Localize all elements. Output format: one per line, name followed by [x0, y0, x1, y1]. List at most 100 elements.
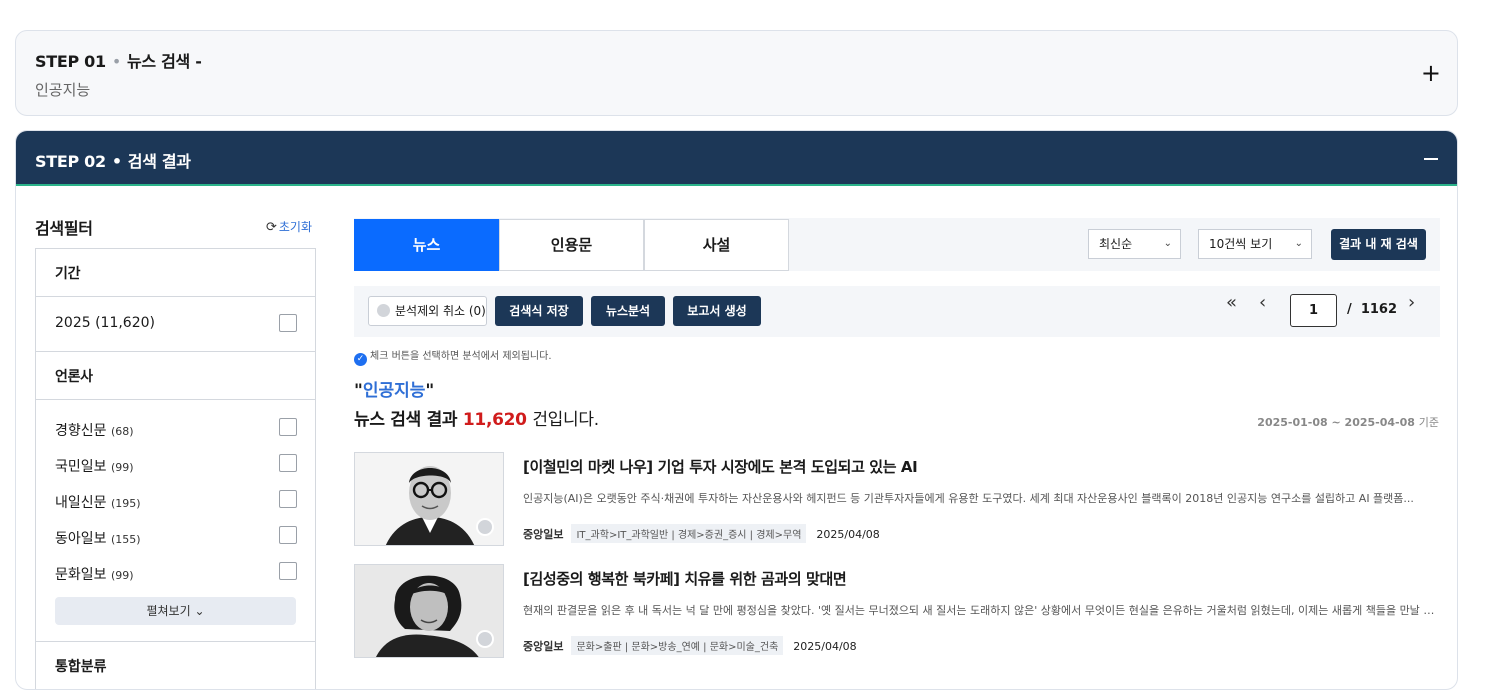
- press-name: 동아일보: [55, 531, 107, 547]
- expand-icon[interactable]: +: [1421, 61, 1441, 85]
- chevron-down-icon: ⌄: [1294, 238, 1303, 249]
- search-in-result-button[interactable]: 결과 내 재 검색: [1331, 229, 1426, 260]
- press-count: (99): [110, 569, 134, 582]
- press-count: (195): [110, 497, 141, 510]
- filter-box: 기간 2025 (11,620) 언론사 경향신문 (68) 국민일보 (99)…: [35, 248, 316, 689]
- tab-editorials[interactable]: 사설: [644, 219, 789, 271]
- tab-news[interactable]: 뉴스: [354, 219, 499, 271]
- step2-label: STEP 02: [35, 152, 106, 171]
- reset-label: 초기화: [278, 220, 312, 234]
- step1-label: STEP 01: [35, 52, 106, 71]
- tab-quotes[interactable]: 인용문: [499, 219, 644, 271]
- article-date: 2025/04/08: [793, 640, 857, 653]
- expand-more-button[interactable]: 펼쳐보기 ⌄: [55, 597, 296, 625]
- step1-title: STEP 01 • 뉴스 검색 -: [35, 48, 202, 72]
- result-tabs-bar: 뉴스 인용문 사설 최신순 ⌄ 10건씩 보기 ⌄ 결과 내 재 검색: [354, 218, 1440, 271]
- period-section-title: 기간: [36, 249, 315, 297]
- article-item: [이철민의 마켓 나우] 기업 투자 시장에도 본격 도입되고 있는 AI 인공…: [354, 452, 1440, 546]
- article-thumbnail[interactable]: [354, 564, 504, 658]
- separator-dot: •: [111, 52, 121, 71]
- step1-panel: STEP 01 • 뉴스 검색 - 인공지능 +: [15, 30, 1458, 116]
- press-list: 경향신문 (68) 국민일보 (99) 내일신문 (195) 동아일보 (155…: [36, 400, 315, 642]
- step1-keyword: 인공지능: [35, 81, 91, 99]
- step2-heading: 검색 결과: [127, 152, 191, 171]
- notice-text: 체크 버튼을 선택하면 분석에서 제외됩니다.: [370, 351, 552, 362]
- press-checkbox[interactable]: [279, 526, 297, 544]
- result-count-value: 11,620: [462, 410, 527, 430]
- article-date: 2025/04/08: [816, 528, 880, 541]
- search-filter: 검색필터 ⟳ 초기화 기간 2025 (11,620) 언론사 경향신문 (68)…: [35, 215, 316, 689]
- exclude-check-icon[interactable]: [476, 518, 494, 536]
- exclude-notice: ✓ 체크 버튼을 선택하면 분석에서 제외됩니다.: [354, 347, 552, 366]
- article-snippet: 현재의 판결문을 읽은 후 내 독서는 넉 달 만에 평정심을 찾았다. '옛 …: [523, 604, 1440, 617]
- reset-button[interactable]: ⟳ 초기화: [266, 218, 312, 235]
- press-item: 국민일보 (99): [55, 456, 134, 476]
- press-item: 문화일보 (99): [55, 564, 134, 584]
- step2-header: STEP 02 • 검색 결과: [16, 131, 1457, 186]
- article-title[interactable]: [김성중의 행복한 북카페] 치유를 위한 곰과의 맞대면: [523, 568, 847, 589]
- press-count: (68): [110, 425, 134, 438]
- article-source: 중앙일보: [523, 640, 564, 653]
- page-number-input[interactable]: 1: [1290, 294, 1337, 327]
- page-total-value: 1162: [1360, 302, 1397, 317]
- keyword-text: 인공지능: [362, 381, 426, 401]
- article-thumbnail[interactable]: [354, 452, 504, 546]
- press-count: (99): [110, 461, 134, 474]
- press-checkbox[interactable]: [279, 454, 297, 472]
- result-prefix: 뉴스 검색 결과: [354, 410, 458, 430]
- period-row: 2025 (11,620): [36, 297, 315, 352]
- press-checkbox[interactable]: [279, 490, 297, 508]
- press-item: 동아일보 (155): [55, 528, 141, 548]
- period-checkbox[interactable]: [279, 314, 297, 332]
- article-source: 중앙일보: [523, 528, 564, 541]
- page-total: / 1162: [1347, 302, 1397, 317]
- period-value: 2025 (11,620): [55, 315, 155, 331]
- exclude-check-icon[interactable]: [476, 630, 494, 648]
- separator-dot: •: [111, 152, 122, 171]
- step2-title: STEP 02 • 검색 결과: [35, 148, 191, 172]
- collapse-icon[interactable]: [1424, 158, 1438, 160]
- press-name: 문화일보: [55, 567, 107, 583]
- date-range-value: 2025-01-08 ~ 2025-04-08: [1257, 416, 1415, 429]
- result-suffix: 건입니다.: [532, 410, 599, 430]
- result-toolbar: 분석제외 취소 (0) 검색식 저장 뉴스분석 보고서 생성 « ‹ 1 / 1…: [354, 286, 1440, 337]
- chevron-down-icon: ⌄: [194, 604, 205, 618]
- exclude-cancel-label: 분석제외 취소 (0): [395, 304, 486, 318]
- article-snippet: 인공지능(AI)은 오랫동안 주식·채권에 투자하는 자산운용사와 헤지펀드 등…: [523, 492, 1414, 505]
- article-category: 문화>출판 | 문화>방송_연예 | 문화>미술_건축: [571, 636, 784, 655]
- create-report-button[interactable]: 보고서 생성: [673, 296, 761, 326]
- press-checkbox[interactable]: [279, 418, 297, 436]
- article-category: IT_과학>IT_과학일반 | 경제>증권_증시 | 경제>무역: [571, 524, 807, 543]
- page-size-select[interactable]: 10건씩 보기 ⌄: [1198, 229, 1312, 259]
- date-range: 2025-01-08 ~ 2025-04-08 기준: [1257, 414, 1439, 430]
- news-analysis-button[interactable]: 뉴스분석: [591, 296, 665, 326]
- press-item: 내일신문 (195): [55, 492, 141, 512]
- page-size-value: 10건씩 보기: [1209, 237, 1273, 251]
- next-page-icon[interactable]: ›: [1408, 292, 1415, 313]
- date-range-suffix: 기준: [1418, 416, 1439, 429]
- save-query-button[interactable]: 검색식 저장: [495, 296, 583, 326]
- press-name: 경향신문: [55, 423, 107, 439]
- expand-more-label: 펼쳐보기: [146, 604, 191, 618]
- refresh-icon: ⟳: [265, 220, 277, 235]
- press-name: 내일신문: [55, 495, 107, 511]
- step1-heading: 뉴스 검색 -: [126, 52, 202, 71]
- exclude-cancel-button[interactable]: 분석제외 취소 (0): [368, 296, 487, 326]
- press-section-title: 언론사: [36, 352, 315, 400]
- prev-page-icon[interactable]: ‹: [1259, 292, 1266, 313]
- chevron-down-icon: ⌄: [1163, 238, 1172, 249]
- step2-panel: STEP 02 • 검색 결과 검색필터 ⟳ 초기화 기간 2025 (11,620)…: [15, 130, 1458, 690]
- result-count: 뉴스 검색 결과 11,620 건입니다.: [354, 405, 599, 430]
- press-count: (155): [110, 533, 141, 546]
- press-name: 국민일보: [55, 459, 107, 475]
- article-meta: 중앙일보 IT_과학>IT_과학일반 | 경제>증권_증시 | 경제>무역 2025…: [523, 524, 880, 543]
- article-title[interactable]: [이철민의 마켓 나우] 기업 투자 시장에도 본격 도입되고 있는 AI: [523, 456, 918, 477]
- category-section-title: 통합분류: [55, 659, 107, 675]
- sort-select[interactable]: 최신순 ⌄: [1088, 229, 1181, 259]
- first-page-icon[interactable]: «: [1226, 292, 1237, 313]
- press-checkbox[interactable]: [279, 562, 297, 580]
- article-item: [김성중의 행복한 북카페] 치유를 위한 곰과의 맞대면 현재의 판결문을 읽…: [354, 564, 1440, 658]
- article-meta: 중앙일보 문화>출판 | 문화>방송_연예 | 문화>미술_건축 2025/04/0…: [523, 636, 857, 655]
- search-keyword: "인공지능": [354, 381, 435, 401]
- check-circle-icon: [377, 304, 390, 317]
